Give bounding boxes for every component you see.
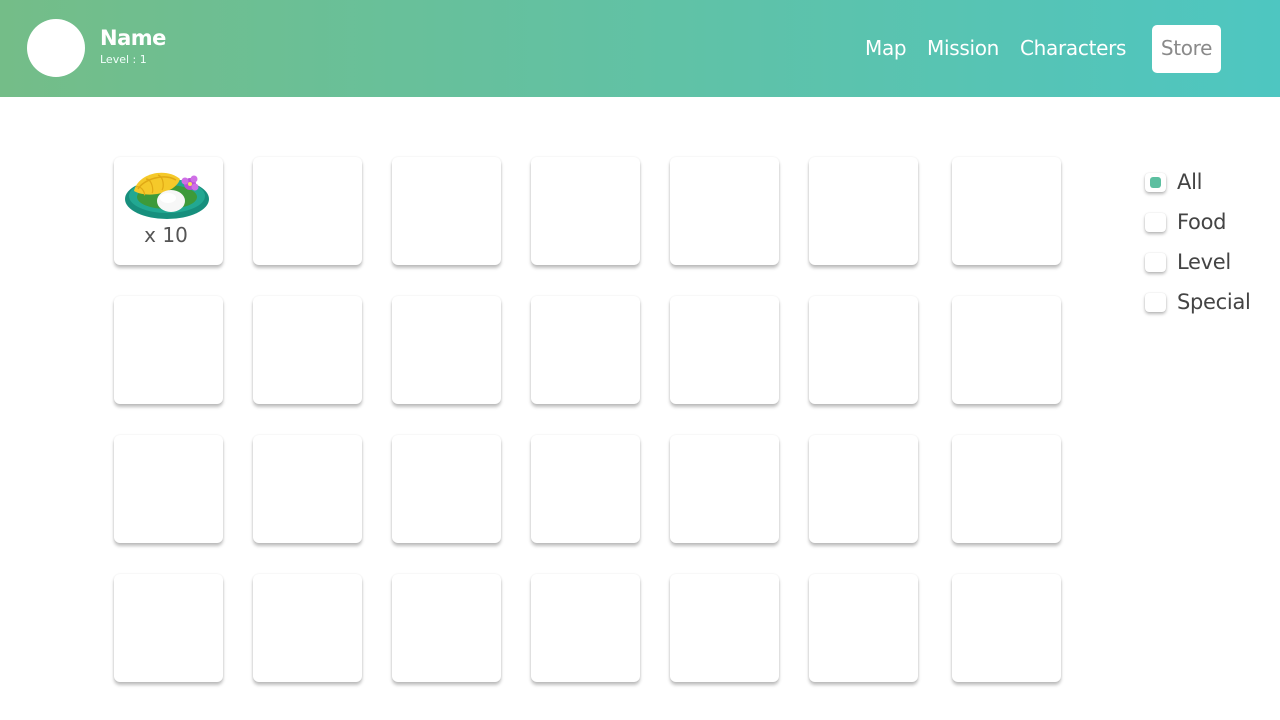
inventory-slot[interactable] xyxy=(531,435,640,543)
check-mark-icon xyxy=(1150,177,1161,188)
inventory-slot[interactable] xyxy=(392,296,501,404)
filter-label: Special xyxy=(1177,290,1251,314)
inventory-slot[interactable] xyxy=(670,435,779,543)
inventory-slot[interactable] xyxy=(253,296,362,404)
filter-level-checkbox[interactable] xyxy=(1145,253,1166,272)
avatar[interactable] xyxy=(27,19,85,77)
inventory-slot[interactable] xyxy=(670,296,779,404)
item-quantity: x 10 xyxy=(144,223,188,247)
inventory-slot[interactable] xyxy=(392,157,501,265)
inventory-slot[interactable] xyxy=(114,574,223,682)
inventory-slot[interactable] xyxy=(531,574,640,682)
inventory-slot[interactable] xyxy=(952,435,1061,543)
inventory-slot[interactable] xyxy=(531,296,640,404)
inventory-slot[interactable] xyxy=(809,296,918,404)
inventory-slot[interactable] xyxy=(952,574,1061,682)
filter-food-checkbox[interactable] xyxy=(1145,213,1166,232)
filter-all-checkbox[interactable] xyxy=(1145,173,1166,192)
nav-map[interactable]: Map xyxy=(865,25,907,73)
player-level: Level : 1 xyxy=(100,53,147,66)
sticky-rice-mango-icon xyxy=(125,172,209,219)
inventory-slot[interactable] xyxy=(114,296,223,404)
nav-store-button[interactable]: Store xyxy=(1152,25,1221,73)
inventory-slot[interactable] xyxy=(809,574,918,682)
inventory-slot[interactable] xyxy=(253,435,362,543)
top-bar: Name Level : 1 Map Mission Characters St… xyxy=(0,0,1280,97)
inventory-slot[interactable] xyxy=(392,435,501,543)
inventory-slot[interactable] xyxy=(809,435,918,543)
filter-label: Level xyxy=(1177,250,1231,274)
filter-special-checkbox[interactable] xyxy=(1145,293,1166,312)
nav-mission[interactable]: Mission xyxy=(927,25,999,73)
nav-characters[interactable]: Characters xyxy=(1020,25,1126,73)
inventory-slot[interactable] xyxy=(809,157,918,265)
inventory-slot[interactable] xyxy=(253,574,362,682)
inventory-slot[interactable] xyxy=(952,296,1061,404)
inventory-slot[interactable] xyxy=(392,574,501,682)
filter-label: All xyxy=(1177,170,1203,194)
inventory-slot[interactable] xyxy=(670,157,779,265)
inventory-slot[interactable]: x 10 xyxy=(114,157,223,265)
inventory-slot[interactable] xyxy=(114,435,223,543)
inventory-slot[interactable] xyxy=(670,574,779,682)
inventory-slot[interactable] xyxy=(952,157,1061,265)
filter-label: Food xyxy=(1177,210,1227,234)
player-name: Name xyxy=(100,26,166,50)
inventory-slot[interactable] xyxy=(253,157,362,265)
inventory-slot[interactable] xyxy=(531,157,640,265)
